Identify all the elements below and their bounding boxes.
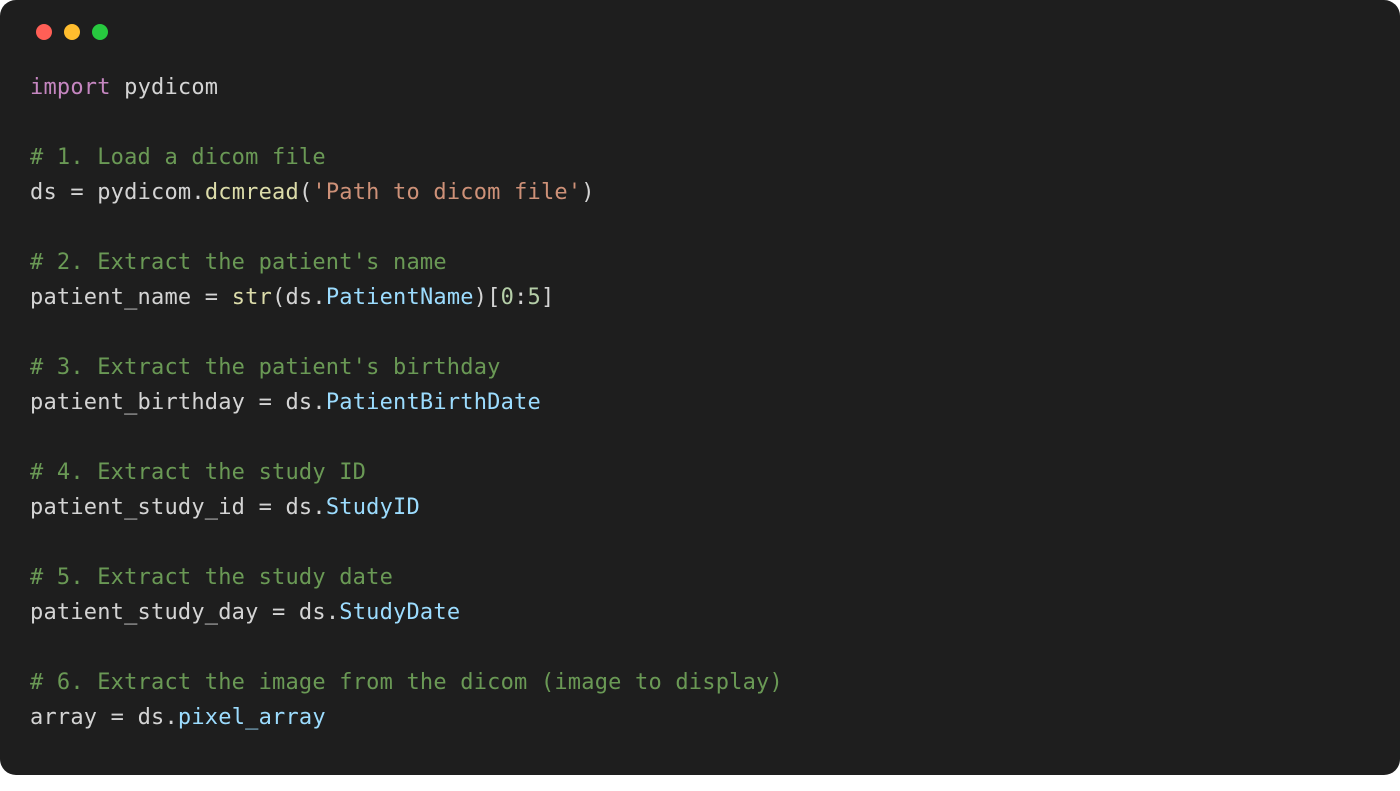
code-line: patient_study_day = ds.StudyDate — [30, 600, 460, 625]
code-line: array = ds.pixel_array — [30, 705, 326, 730]
variable: patient_study_id — [30, 495, 245, 520]
keyword-import: import — [30, 75, 111, 100]
comment: # 4. Extract the study ID — [30, 460, 366, 485]
attribute: pixel_array — [178, 705, 326, 730]
comment: # 1. Load a dicom file — [30, 145, 326, 170]
zoom-icon[interactable] — [92, 24, 108, 40]
attribute: PatientName — [326, 285, 474, 310]
variable: patient_study_day — [30, 600, 259, 625]
close-icon[interactable] — [36, 24, 52, 40]
comment: # 2. Extract the patient's name — [30, 250, 447, 275]
code-line: patient_name = str(ds.PatientName)[0:5] — [30, 285, 554, 310]
code-line: ds = pydicom.dcmread('Path to dicom file… — [30, 180, 595, 205]
function-call: dcmread — [205, 180, 299, 205]
module-name: pydicom — [124, 75, 218, 100]
code-line: # 2. Extract the patient's name — [30, 250, 447, 275]
comment: # 6. Extract the image from the dicom (i… — [30, 670, 783, 695]
variable: array — [30, 705, 97, 730]
object: pydicom — [97, 180, 191, 205]
attribute: StudyDate — [339, 600, 460, 625]
variable: patient_name — [30, 285, 191, 310]
comment: # 5. Extract the study date — [30, 565, 393, 590]
code-line: import pydicom — [30, 75, 218, 100]
code-block[interactable]: import pydicom # 1. Load a dicom file ds… — [30, 70, 1370, 735]
number: 0 — [501, 285, 514, 310]
attribute: StudyID — [326, 495, 420, 520]
code-line: patient_birthday = ds.PatientBirthDate — [30, 390, 541, 415]
code-line: # 3. Extract the patient's birthday — [30, 355, 501, 380]
code-line: # 6. Extract the image from the dicom (i… — [30, 670, 783, 695]
comment: # 3. Extract the patient's birthday — [30, 355, 501, 380]
builtin-str: str — [232, 285, 272, 310]
attribute: PatientBirthDate — [326, 390, 541, 415]
code-line: # 5. Extract the study date — [30, 565, 393, 590]
string-literal: 'Path to dicom file' — [312, 180, 581, 205]
code-line: # 4. Extract the study ID — [30, 460, 366, 485]
number: 5 — [528, 285, 541, 310]
code-window: import pydicom # 1. Load a dicom file ds… — [0, 0, 1400, 775]
window-titlebar — [30, 20, 1370, 70]
variable: ds — [30, 180, 57, 205]
minimize-icon[interactable] — [64, 24, 80, 40]
variable: patient_birthday — [30, 390, 245, 415]
code-line: # 1. Load a dicom file — [30, 145, 326, 170]
code-line: patient_study_id = ds.StudyID — [30, 495, 420, 520]
